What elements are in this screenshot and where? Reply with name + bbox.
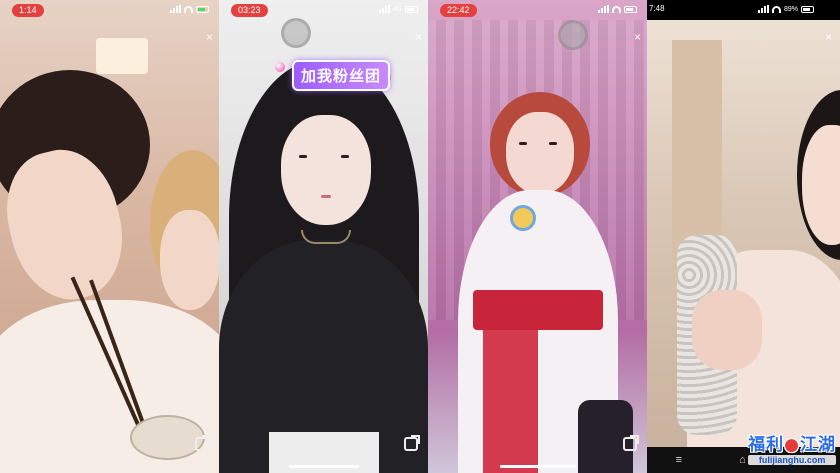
costume-emblem <box>510 205 536 231</box>
costume-skirt <box>483 330 538 473</box>
floating-button-icon[interactable] <box>281 18 311 48</box>
network-type: 4G <box>392 5 402 13</box>
home-indicator[interactable] <box>289 465 359 468</box>
battery-icon <box>405 5 418 13</box>
signal-icon <box>757 5 769 13</box>
share-icon[interactable] <box>195 435 211 451</box>
battery-icon <box>196 5 209 13</box>
close-icon[interactable]: × <box>825 30 832 44</box>
face-shape <box>506 112 574 194</box>
video-panel-3[interactable]: 22:42 × <box>428 0 647 473</box>
decor-ball <box>275 62 285 72</box>
clock: 7:48 <box>649 4 665 13</box>
status-bar: 03:23 4G <box>219 4 428 18</box>
wifi-icon <box>771 5 781 13</box>
clock-pill: 22:42 <box>440 4 477 17</box>
share-icon[interactable] <box>623 435 639 451</box>
wifi-icon <box>612 5 621 13</box>
floating-button-icon[interactable] <box>558 20 588 50</box>
hand-shape <box>692 290 762 370</box>
close-icon[interactable]: × <box>415 30 422 44</box>
status-bar: 7:48 89% <box>647 4 840 18</box>
signal-icon <box>170 5 181 13</box>
eye <box>299 155 307 158</box>
status-icons: 89% <box>757 5 814 13</box>
wifi-icon <box>184 5 193 13</box>
fan-club-banner[interactable]: 加我粉丝团 <box>292 60 391 91</box>
video-panel-4[interactable]: 7:48 89% × ≡ ⌂ ◁ 福利●江湖 fulijianghu.com <box>647 0 840 473</box>
face-shape <box>281 115 371 225</box>
mouth <box>321 195 331 198</box>
close-icon[interactable]: × <box>634 30 641 44</box>
watermark-logo-icon: ● <box>784 435 800 455</box>
eye <box>519 142 527 145</box>
status-icons: 4G <box>378 5 418 13</box>
face-shape-2 <box>160 210 219 310</box>
signal-icon <box>598 5 609 13</box>
home-icon[interactable]: ⌂ <box>739 454 746 466</box>
clock-pill: 03:23 <box>231 4 268 17</box>
clock-pill: 1:14 <box>12 4 44 17</box>
status-bar: 22:42 <box>428 4 647 18</box>
bowl <box>130 415 205 460</box>
video-panel-1[interactable]: 1:14 × <box>0 0 219 473</box>
video-panel-2[interactable]: 加我粉丝团 03:23 4G × <box>219 0 428 473</box>
menu-icon[interactable]: ≡ <box>676 454 682 466</box>
ceiling-lamp <box>96 38 148 74</box>
necklace <box>301 230 351 244</box>
close-icon[interactable]: × <box>206 30 213 44</box>
status-icons <box>598 5 637 13</box>
battery-icon <box>801 5 814 13</box>
watermark-url: fulijianghu.com <box>748 455 836 465</box>
costume-belt <box>473 290 603 330</box>
eye <box>549 142 557 145</box>
status-bar: 1:14 <box>0 4 219 18</box>
eye <box>341 155 349 158</box>
status-icons <box>170 5 209 13</box>
home-indicator[interactable] <box>500 465 576 468</box>
battery-icon <box>624 5 637 13</box>
share-icon[interactable] <box>404 435 420 451</box>
watermark: 福利●江湖 fulijianghu.com <box>748 430 836 465</box>
battery-percent: 89% <box>783 5 798 13</box>
signal-icon <box>378 5 390 13</box>
watermark-logo: 福利●江湖 <box>748 435 836 455</box>
